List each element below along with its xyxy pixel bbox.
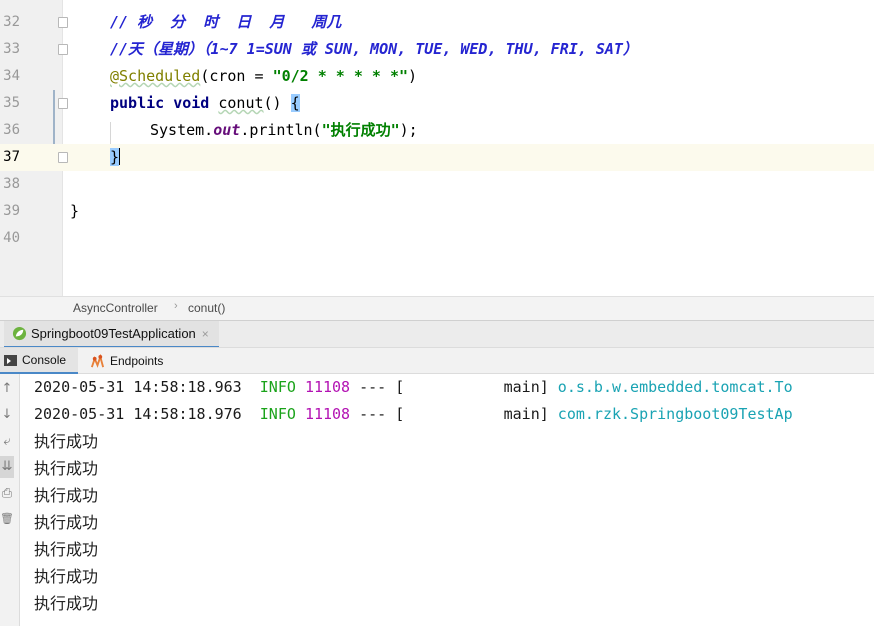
- log-thread: main]: [404, 378, 549, 396]
- soft-wrap-icon[interactable]: ⤶: [0, 431, 14, 453]
- output-line: 执行成功: [34, 513, 99, 532]
- run-tab-bar: Springboot09TestApplication ×: [0, 320, 874, 348]
- line-number: 36: [3, 122, 20, 138]
- code-line-36[interactable]: 36 System.out.println("执行成功");: [0, 117, 874, 144]
- keyword: void: [173, 94, 210, 112]
- line-number: 39: [3, 203, 20, 219]
- console-output[interactable]: 2020-05-31 14:58:18.963 INFO 11108 --- […: [20, 374, 874, 626]
- code-editor[interactable]: 32 // 秒 分 时 日 月 周几 33 //天（星期）（1~7 1=SUN …: [0, 0, 874, 296]
- comment-text: // 秒 分 时 日 月 周几: [110, 13, 342, 31]
- breadcrumb-method[interactable]: conut(): [188, 301, 225, 315]
- line-number: 34: [3, 68, 20, 84]
- fold-marker[interactable]: [58, 152, 68, 163]
- static-field: out: [213, 121, 241, 139]
- code-line-38[interactable]: 38: [0, 171, 874, 198]
- output-line: 执行成功: [34, 594, 99, 613]
- code-token: (cron =: [200, 67, 273, 85]
- breadcrumb-class[interactable]: AsyncController: [73, 301, 158, 315]
- console-icon: [4, 354, 17, 366]
- output-line: 执行成功: [34, 432, 99, 451]
- code-text: public void conut() {: [110, 90, 300, 117]
- code-text: @Scheduled(cron = "0/2 * * * * *"): [110, 63, 417, 90]
- log-separator: --- [: [350, 405, 405, 423]
- annotation: @Scheduled: [110, 67, 201, 85]
- log-pid: 11108: [304, 405, 351, 423]
- fold-marker[interactable]: [58, 44, 68, 55]
- keyword: public: [110, 94, 165, 112]
- line-number: 33: [3, 41, 20, 57]
- code-text: }: [110, 144, 121, 171]
- line-number: 38: [3, 176, 20, 192]
- trash-icon[interactable]: 🗑: [0, 508, 14, 530]
- log-level: INFO: [259, 405, 296, 423]
- cron-string: "0/2 * * * * *": [272, 67, 409, 85]
- log-line: 2020-05-31 14:58:18.976 INFO 11108 --- […: [34, 401, 793, 428]
- code-token: System.: [150, 121, 214, 139]
- fold-marker[interactable]: [58, 17, 68, 28]
- log-line: 2020-05-31 14:58:18.963 INFO 11108 --- […: [34, 374, 793, 401]
- code-line-37[interactable]: 37 }: [0, 144, 874, 171]
- print-icon[interactable]: ⎙: [0, 483, 14, 505]
- breadcrumb-separator: ›: [174, 300, 178, 312]
- down-arrow-icon[interactable]: ↓: [0, 404, 14, 426]
- fold-marker[interactable]: [58, 98, 68, 109]
- tab-endpoints[interactable]: Endpoints: [82, 348, 171, 374]
- code-token: ): [408, 67, 418, 85]
- up-arrow-icon[interactable]: ↑: [0, 378, 14, 400]
- code-line-34[interactable]: 34 @Scheduled(cron = "0/2 * * * * *"): [0, 63, 874, 90]
- matched-brace: {: [290, 94, 300, 112]
- tab-console-label: Console: [22, 353, 67, 367]
- tab-console[interactable]: Console: [0, 348, 79, 374]
- code-token: );: [399, 121, 418, 139]
- log-logger[interactable]: o.s.b.w.embedded.tomcat.To: [549, 378, 793, 396]
- code-token: (): [263, 94, 291, 112]
- breadcrumb: AsyncController › conut(): [0, 296, 874, 320]
- code-line-33[interactable]: 33 //天（星期）（1~7 1=SUN 或 SUN, MON, TUE, WE…: [0, 36, 874, 63]
- log-timestamp: 2020-05-31 14:58:18.963: [34, 378, 242, 396]
- code-line-32[interactable]: 32 // 秒 分 时 日 月 周几: [0, 9, 874, 36]
- code-text: System.out.println("执行成功");: [150, 117, 418, 144]
- output-line: 执行成功: [34, 459, 99, 478]
- tab-endpoints-label: Endpoints: [110, 354, 164, 368]
- close-icon[interactable]: ×: [202, 327, 209, 341]
- line-number: 40: [3, 230, 20, 246]
- log-separator: --- [: [350, 378, 405, 396]
- log-thread: main]: [404, 405, 549, 423]
- log-level: INFO: [259, 378, 296, 396]
- output-line: 执行成功: [34, 567, 99, 586]
- output-line: 执行成功: [34, 486, 99, 505]
- matched-brace: }: [110, 148, 120, 166]
- spring-boot-icon: [12, 326, 27, 341]
- code-token: .println(: [240, 121, 322, 139]
- output-line: 执行成功: [34, 540, 99, 559]
- endpoints-icon: [90, 353, 105, 368]
- console-toolbar: ↑ ↓ ⤶ ⇊ ⎙ 🗑: [0, 374, 20, 626]
- scroll-to-end-icon[interactable]: ⇊: [0, 456, 14, 478]
- log-pid: 11108: [304, 378, 351, 396]
- line-number: 37: [3, 149, 20, 165]
- log-logger[interactable]: com.rzk.Springboot09TestAp: [549, 405, 793, 423]
- code-line-39[interactable]: 39 }: [0, 198, 874, 225]
- run-subtab-bar: Console Endpoints: [0, 347, 874, 374]
- text-caret: [119, 148, 121, 165]
- code-line-40[interactable]: 40: [0, 225, 874, 252]
- code-text: }: [70, 202, 80, 220]
- run-config-tab[interactable]: Springboot09TestApplication ×: [4, 321, 219, 348]
- comment-text: //天（星期）（1~7 1=SUN 或 SUN, MON, TUE, WED, …: [110, 40, 638, 58]
- string-literal: "执行成功": [321, 121, 400, 139]
- code-line-35[interactable]: 35 public void conut() {: [0, 90, 874, 117]
- log-timestamp: 2020-05-31 14:58:18.976: [34, 405, 242, 423]
- line-number: 35: [3, 95, 20, 111]
- run-tab-label: Springboot09TestApplication: [31, 326, 196, 341]
- method-name: conut: [218, 94, 264, 112]
- line-number: 32: [3, 14, 20, 30]
